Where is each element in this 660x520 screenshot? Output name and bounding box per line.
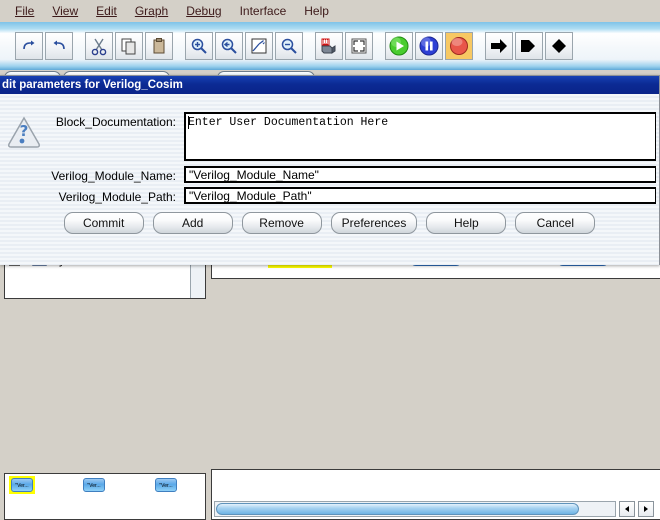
dialog-title-bar[interactable]: dit parameters for Verilog_Cosim — [0, 76, 659, 94]
field-row-block-documentation: Block_Documentation: Enter User Document… — [38, 112, 659, 161]
preferences-button-label: Preferences — [341, 216, 407, 230]
toolbar-group-build — [314, 32, 374, 60]
help-button-label: Help — [454, 216, 479, 230]
field-row-verilog-module-name: Verilog_Module_Name: "Verilog_Module_Nam… — [38, 166, 659, 183]
verilog-module-name-value: "Verilog_Module_Name" — [189, 167, 319, 182]
step-forward-icon[interactable] — [485, 32, 513, 60]
scrollbar-thumb[interactable] — [216, 503, 579, 515]
block-documentation-value: Enter User Documentation Here — [188, 116, 389, 129]
undo-icon[interactable] — [45, 32, 73, 60]
menu-item-interface[interactable]: Interface — [231, 2, 296, 20]
toolbar-group-step — [484, 32, 574, 60]
breakpoint-diamond-icon[interactable] — [545, 32, 573, 60]
dialog-body: ? Block_Documentation: Enter User Docume… — [0, 94, 659, 265]
zoom-fit-icon[interactable] — [215, 32, 243, 60]
cut-scissors-icon[interactable] — [85, 32, 113, 60]
menu-bar: File View Edit Graph Debug Interface Hel… — [0, 0, 660, 22]
text-caret — [188, 116, 189, 129]
menu-item-graph[interactable]: Graph — [126, 2, 177, 20]
remove-button-label: Remove — [259, 216, 304, 230]
cancel-button[interactable]: Cancel — [515, 212, 596, 234]
arrow-right-icon[interactable] — [638, 501, 654, 517]
toolbar-group-history — [14, 32, 74, 60]
block-diagram-lower-canvas[interactable] — [211, 469, 660, 520]
zoom-out-icon[interactable] — [275, 32, 303, 60]
help-button[interactable]: Help — [426, 212, 507, 234]
preview-block[interactable]: "Ver... — [83, 478, 105, 492]
field-label: Verilog_Module_Name: — [51, 169, 176, 183]
step-over-icon[interactable] — [515, 32, 543, 60]
svg-text:?: ? — [20, 122, 29, 140]
menu-label-file: File — [15, 4, 35, 18]
toolbar-group-run — [384, 32, 474, 60]
menu-item-view[interactable]: View — [43, 2, 87, 20]
menu-label-view: View — [52, 4, 79, 18]
menu-item-debug[interactable]: Debug — [177, 2, 230, 20]
menu-label-edit: Edit — [96, 4, 117, 18]
edit-parameters-dialog: dit parameters for Verilog_Cosim ? Block… — [0, 75, 660, 265]
toolbar — [0, 22, 660, 70]
cancel-button-label: Cancel — [536, 216, 575, 230]
menu-item-edit[interactable]: Edit — [87, 2, 126, 20]
copy-icon[interactable] — [115, 32, 143, 60]
library-preview-strip: "Ver... "Ver... "Ver... — [4, 473, 206, 520]
verilog-module-name-input[interactable]: "Verilog_Module_Name" — [184, 166, 656, 183]
commit-button[interactable]: Commit — [63, 212, 144, 234]
arrow-left-icon[interactable] — [619, 501, 635, 517]
run-play-icon[interactable] — [385, 32, 413, 60]
menu-label-debug: Debug — [186, 4, 222, 18]
field-row-verilog-module-path: Verilog_Module_Path: "Verilog_Module_Pat… — [38, 187, 659, 204]
field-label: Verilog_Module_Path: — [58, 190, 176, 204]
main-area: Library Model Hierarchy Model Source R — [0, 70, 660, 520]
remove-button[interactable]: Remove — [241, 212, 322, 234]
block-diagram-horizontal-scrollbar[interactable] — [214, 501, 616, 517]
verilog-module-path-input[interactable]: "Verilog_Module_Path" — [184, 187, 656, 204]
menu-item-file[interactable]: File — [6, 2, 43, 20]
menu-label-help: Help — [304, 4, 329, 18]
application-window: File View Edit Graph Debug Interface Hel… — [0, 0, 660, 520]
compile-icon[interactable] — [315, 32, 343, 60]
stop-icon[interactable] — [445, 32, 473, 60]
dialog-title-text: dit parameters for Verilog_Cosim — [2, 79, 183, 91]
menu-label-interface: Interface — [239, 4, 287, 18]
paste-clipboard-icon[interactable] — [145, 32, 173, 60]
toolbar-group-zoom — [184, 32, 304, 60]
redo-icon[interactable] — [15, 32, 43, 60]
commit-button-label: Commit — [82, 216, 125, 230]
menu-item-help[interactable]: Help — [295, 2, 338, 20]
preview-block[interactable]: "Ver... — [155, 478, 177, 492]
zoom-region-icon[interactable] — [245, 32, 273, 60]
preferences-button[interactable]: Preferences — [330, 212, 418, 234]
fullscreen-icon[interactable] — [345, 32, 373, 60]
block-documentation-textarea[interactable]: Enter User Documentation Here — [184, 112, 656, 161]
help-question-icon: ? — [7, 116, 41, 155]
pause-icon[interactable] — [415, 32, 443, 60]
field-label: Block_Documentation: — [55, 115, 176, 129]
dialog-button-row: Commit Add Remove Preferences Help Cance… — [0, 212, 659, 234]
add-button-label: Add — [181, 216, 204, 230]
toolbar-group-clipboard — [84, 32, 174, 60]
preview-block[interactable]: "Ver... — [11, 478, 33, 492]
verilog-module-path-value: "Verilog_Module_Path" — [189, 188, 312, 203]
zoom-in-icon[interactable] — [185, 32, 213, 60]
add-button[interactable]: Add — [152, 212, 233, 234]
dialog-form: Block_Documentation: Enter User Document… — [38, 112, 659, 208]
menu-label-graph: Graph — [134, 4, 169, 18]
